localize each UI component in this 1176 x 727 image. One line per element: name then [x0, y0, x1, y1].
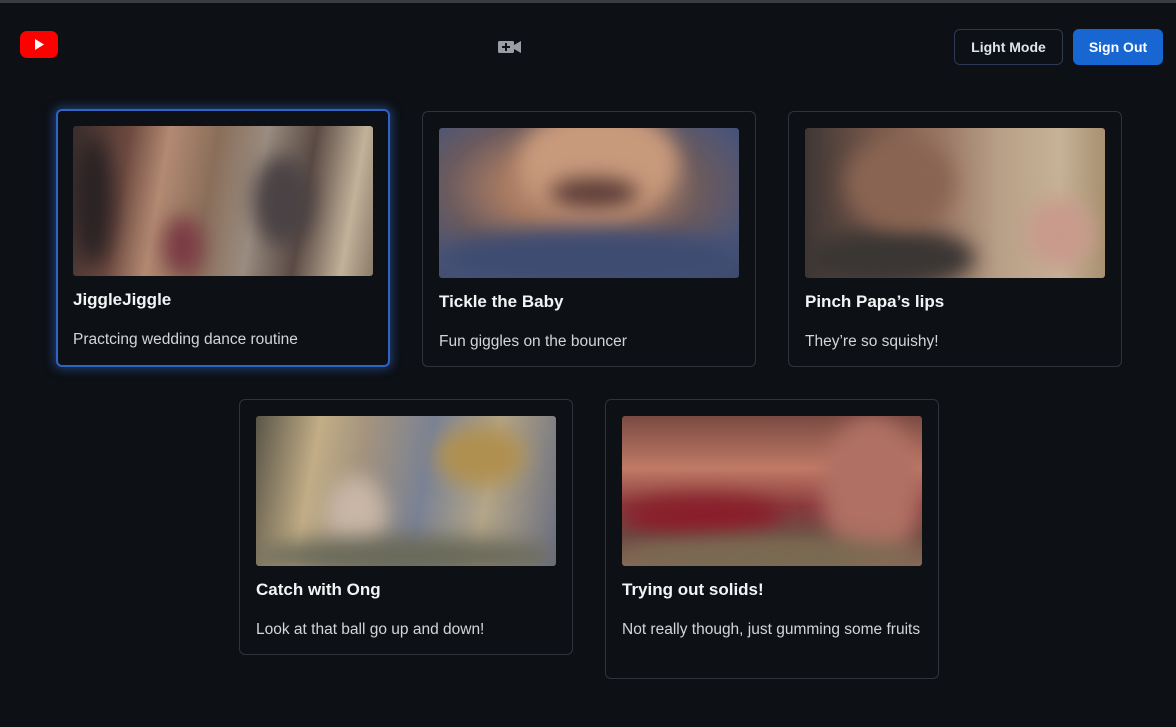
video-camera-add-icon[interactable] [497, 38, 522, 56]
video-title: JiggleJiggle [73, 290, 172, 309]
video-card[interactable]: Tickle the Baby Fun giggles on the bounc… [422, 111, 756, 367]
video-title: Catch with Ong [256, 580, 381, 599]
video-description: Fun giggles on the bouncer [439, 333, 627, 350]
video-title: Pinch Papa’s lips [805, 292, 945, 311]
video-title: Tickle the Baby [439, 292, 564, 311]
video-description: Not really though, just gumming some fru… [622, 621, 921, 638]
video-description: Look at that ball go up and down! [256, 621, 485, 638]
video-card[interactable]: Catch with Ong Look at that ball go up a… [239, 399, 573, 655]
video-card[interactable]: Pinch Papa’s lips They’re so squishy! [788, 111, 1122, 367]
video-card[interactable]: JiggleJiggle Practcing wedding dance rou… [56, 109, 390, 367]
video-description: Practcing wedding dance routine [73, 331, 298, 348]
video-title: Trying out solids! [622, 580, 764, 599]
video-description: They’re so squishy! [805, 333, 939, 350]
video-thumbnail[interactable] [805, 128, 1105, 278]
video-thumbnail[interactable] [73, 126, 373, 276]
youtube-logo-icon[interactable] [20, 31, 58, 58]
sign-out-button[interactable]: Sign Out [1073, 29, 1163, 65]
light-mode-button[interactable]: Light Mode [954, 29, 1063, 65]
video-thumbnail[interactable] [256, 416, 556, 566]
app-header: Light Mode Sign Out [0, 3, 1176, 87]
video-card[interactable]: Trying out solids! Not really though, ju… [605, 399, 939, 679]
video-thumbnail[interactable] [622, 416, 922, 566]
video-thumbnail[interactable] [439, 128, 739, 278]
